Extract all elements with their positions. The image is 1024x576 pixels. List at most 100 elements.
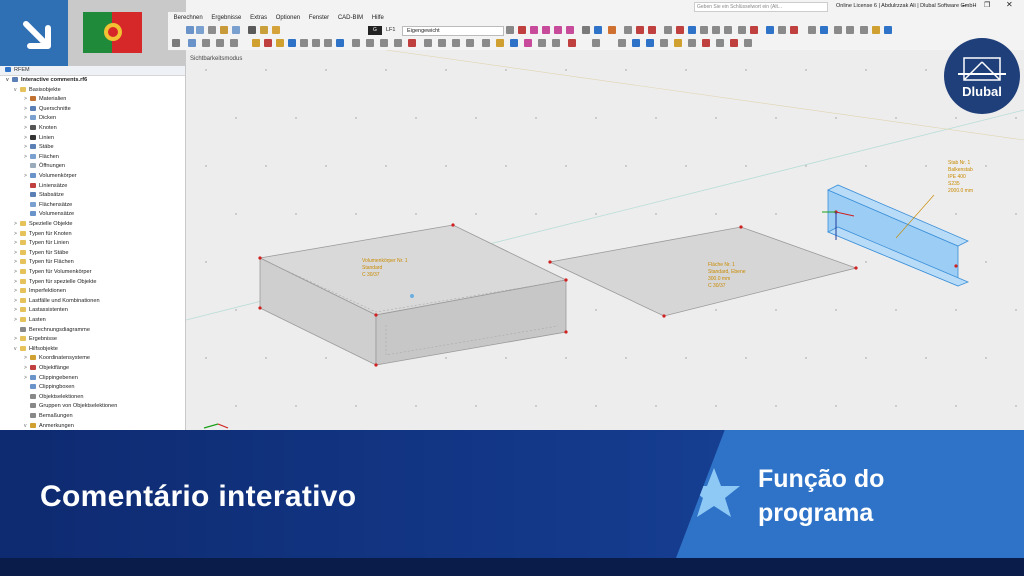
tree-item[interactable]: Objektselektionen [24,393,83,403]
tool-icon[interactable] [188,39,196,47]
tree-item[interactable]: Volumensätze [24,210,74,220]
tree-item[interactable]: > Querschnitte [24,105,71,115]
menu-berechnen[interactable]: Berechnen [174,12,203,24]
tool-icon[interactable] [712,26,720,34]
member-ibeam[interactable] [827,184,970,287]
tool-icon[interactable] [466,39,474,47]
animate-icon[interactable] [648,26,656,34]
tool-icon[interactable] [674,39,682,47]
tool-icon[interactable] [336,39,344,47]
tool-icon[interactable] [264,39,272,47]
tool-icon[interactable] [538,39,546,47]
tool-icon[interactable] [300,39,308,47]
tool-icon[interactable] [216,39,224,47]
tool-icon[interactable] [860,26,868,34]
tool-icon[interactable] [702,39,710,47]
tree-file-row[interactable]: v Interactive comments.rf6 [6,76,87,86]
tree-item[interactable]: Stabsätze [24,191,64,201]
tree-item[interactable]: Berechnungsdiagramme [14,326,90,336]
tool-icon[interactable] [744,39,752,47]
tree-item[interactable]: > Linien [24,134,54,144]
tool-icon[interactable] [366,39,374,47]
tree-item[interactable]: > Flächen [24,153,59,163]
tool-icon[interactable] [790,26,798,34]
model-viewport[interactable]: Sichtbarkeitsmodus Volumenkörper Nr. 1 S… [186,50,1024,430]
animate-icon[interactable] [636,26,644,34]
tree-item[interactable]: Gruppen von Objektselektionen [24,402,117,412]
tool-icon[interactable] [700,26,708,34]
tree-item[interactable]: > Ergebnisse [14,335,57,345]
tool-icon[interactable] [646,39,654,47]
tree-item[interactable]: > Dicken [24,114,56,124]
tree-item[interactable]: > Materialien [24,95,66,105]
tree-item[interactable]: > Lastassistenten [14,306,68,316]
tool-icon[interactable] [424,39,432,47]
load-icon[interactable] [566,26,574,34]
tree-item[interactable]: Liniensätze [24,182,67,192]
menu-fenster[interactable]: Fenster [309,12,329,24]
tree-item[interactable]: > Typen für spezielle Objekte [14,278,96,288]
surface-plate[interactable] [548,225,858,318]
menu-optionen[interactable]: Optionen [276,12,300,24]
diagram-icon[interactable] [608,26,616,34]
tool-icon[interactable] [766,26,774,34]
tool-icon[interactable] [688,26,696,34]
tree-item[interactable]: > Typen für Stäbe [14,249,69,259]
load-icon[interactable] [518,26,526,34]
search-input[interactable]: Geben Sie ein Schlüsselwort ein (Alt... [694,2,828,12]
tool-icon[interactable] [352,39,360,47]
tool-icon[interactable] [834,26,842,34]
tree-item[interactable]: Öffnungen [24,162,65,172]
tool-icon[interactable] [676,26,684,34]
tool-icon[interactable] [688,39,696,47]
tool-icon[interactable] [730,39,738,47]
loadcase-select[interactable]: Eigengewicht [402,26,504,36]
chevron-left-icon[interactable] [506,26,514,34]
tool-icon[interactable] [524,39,532,47]
tool-icon[interactable] [808,26,816,34]
tree-item[interactable]: > Knoten [24,124,57,134]
view-icon[interactable] [186,26,194,34]
tool-icon[interactable] [496,39,504,47]
tool-icon[interactable] [202,39,210,47]
tool-icon[interactable] [452,39,460,47]
tool-icon[interactable] [618,39,626,47]
tree-item[interactable]: > Spezielle Objekte [14,220,73,230]
load-icon[interactable] [554,26,562,34]
load-icon[interactable] [542,26,550,34]
tree-item[interactable]: > Typen für Volumenkörper [14,268,92,278]
tree-item[interactable]: > Typen für Linien [14,239,69,249]
tool-icon[interactable] [716,39,724,47]
edit-icon[interactable] [260,26,268,34]
tree-item[interactable]: > Imperfektionen [14,287,66,297]
tool-icon[interactable] [276,39,284,47]
tool-icon[interactable] [438,39,446,47]
tool-icon[interactable] [592,39,600,47]
menu-extras[interactable]: Extras [250,12,267,24]
tree-item[interactable]: > Lastfälle und Kombinationen [14,297,100,307]
tree-item[interactable]: > Clippingebenen [24,374,78,384]
tool-icon[interactable] [846,26,854,34]
solid-box[interactable] [258,223,568,367]
tree-item[interactable]: > Objektfänge [24,364,69,374]
select-icon[interactable] [172,39,180,47]
tool-icon[interactable] [482,39,490,47]
tool-icon[interactable] [884,26,892,34]
tool-icon[interactable] [288,39,296,47]
tree-item[interactable]: > Typen für Flächen [14,258,74,268]
window-icon[interactable] [232,26,240,34]
tool-icon[interactable] [724,26,732,34]
menu-cad-bim[interactable]: CAD-BIM [338,12,363,24]
print-icon[interactable] [624,26,632,34]
tool-icon[interactable] [552,39,560,47]
tool-icon[interactable] [380,39,388,47]
tool-icon[interactable] [230,39,238,47]
tree-item[interactable]: > Stäbe [24,143,54,153]
tree-item[interactable]: > Volumenkörper [24,172,77,182]
tool-icon[interactable] [778,26,786,34]
results-icon[interactable] [594,26,602,34]
restore-icon[interactable]: ❐ [984,1,990,9]
tree-item[interactable]: > Typen für Knoten [14,230,72,240]
table-icon[interactable] [220,26,228,34]
tool-icon[interactable] [664,26,672,34]
